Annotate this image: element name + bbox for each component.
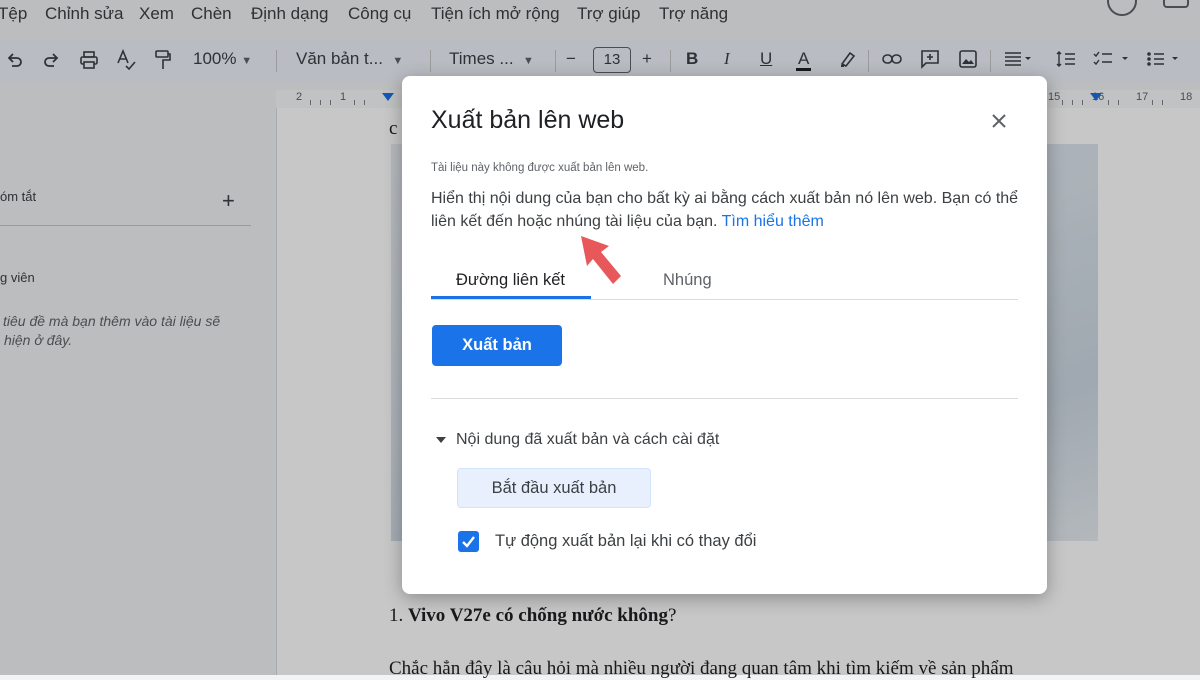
dialog-description: Hiển thị nội dung của bạn cho bất kỳ ai …	[431, 187, 1021, 233]
dialog-title: Xuất bản lên web	[431, 106, 625, 134]
start-publishing-button[interactable]: Bắt đầu xuất bản	[457, 468, 651, 508]
tab-link[interactable]: Đường liên kết	[456, 271, 565, 290]
section-divider	[431, 398, 1018, 399]
publish-button[interactable]: Xuất bản	[432, 325, 562, 366]
close-icon[interactable]	[988, 110, 1010, 132]
checkmark-icon	[462, 536, 475, 548]
publish-status: Tài liệu này không được xuất bản lên web…	[431, 162, 649, 174]
tab-embed[interactable]: Nhúng	[663, 271, 712, 290]
auto-republish-label[interactable]: Tự động xuất bản lại khi có thay đổi	[495, 532, 756, 551]
published-settings-toggle[interactable]: Nội dung đã xuất bản và cách cài đặt	[456, 431, 719, 449]
auto-republish-checkbox[interactable]	[458, 531, 479, 552]
publish-to-web-dialog: Xuất bản lên web Tài liệu này không được…	[402, 76, 1047, 594]
learn-more-link[interactable]: Tìm hiểu thêm	[722, 213, 824, 230]
caret-down-icon[interactable]	[436, 437, 446, 443]
tab-divider	[431, 299, 1018, 300]
annotation-arrow-icon	[575, 232, 635, 292]
